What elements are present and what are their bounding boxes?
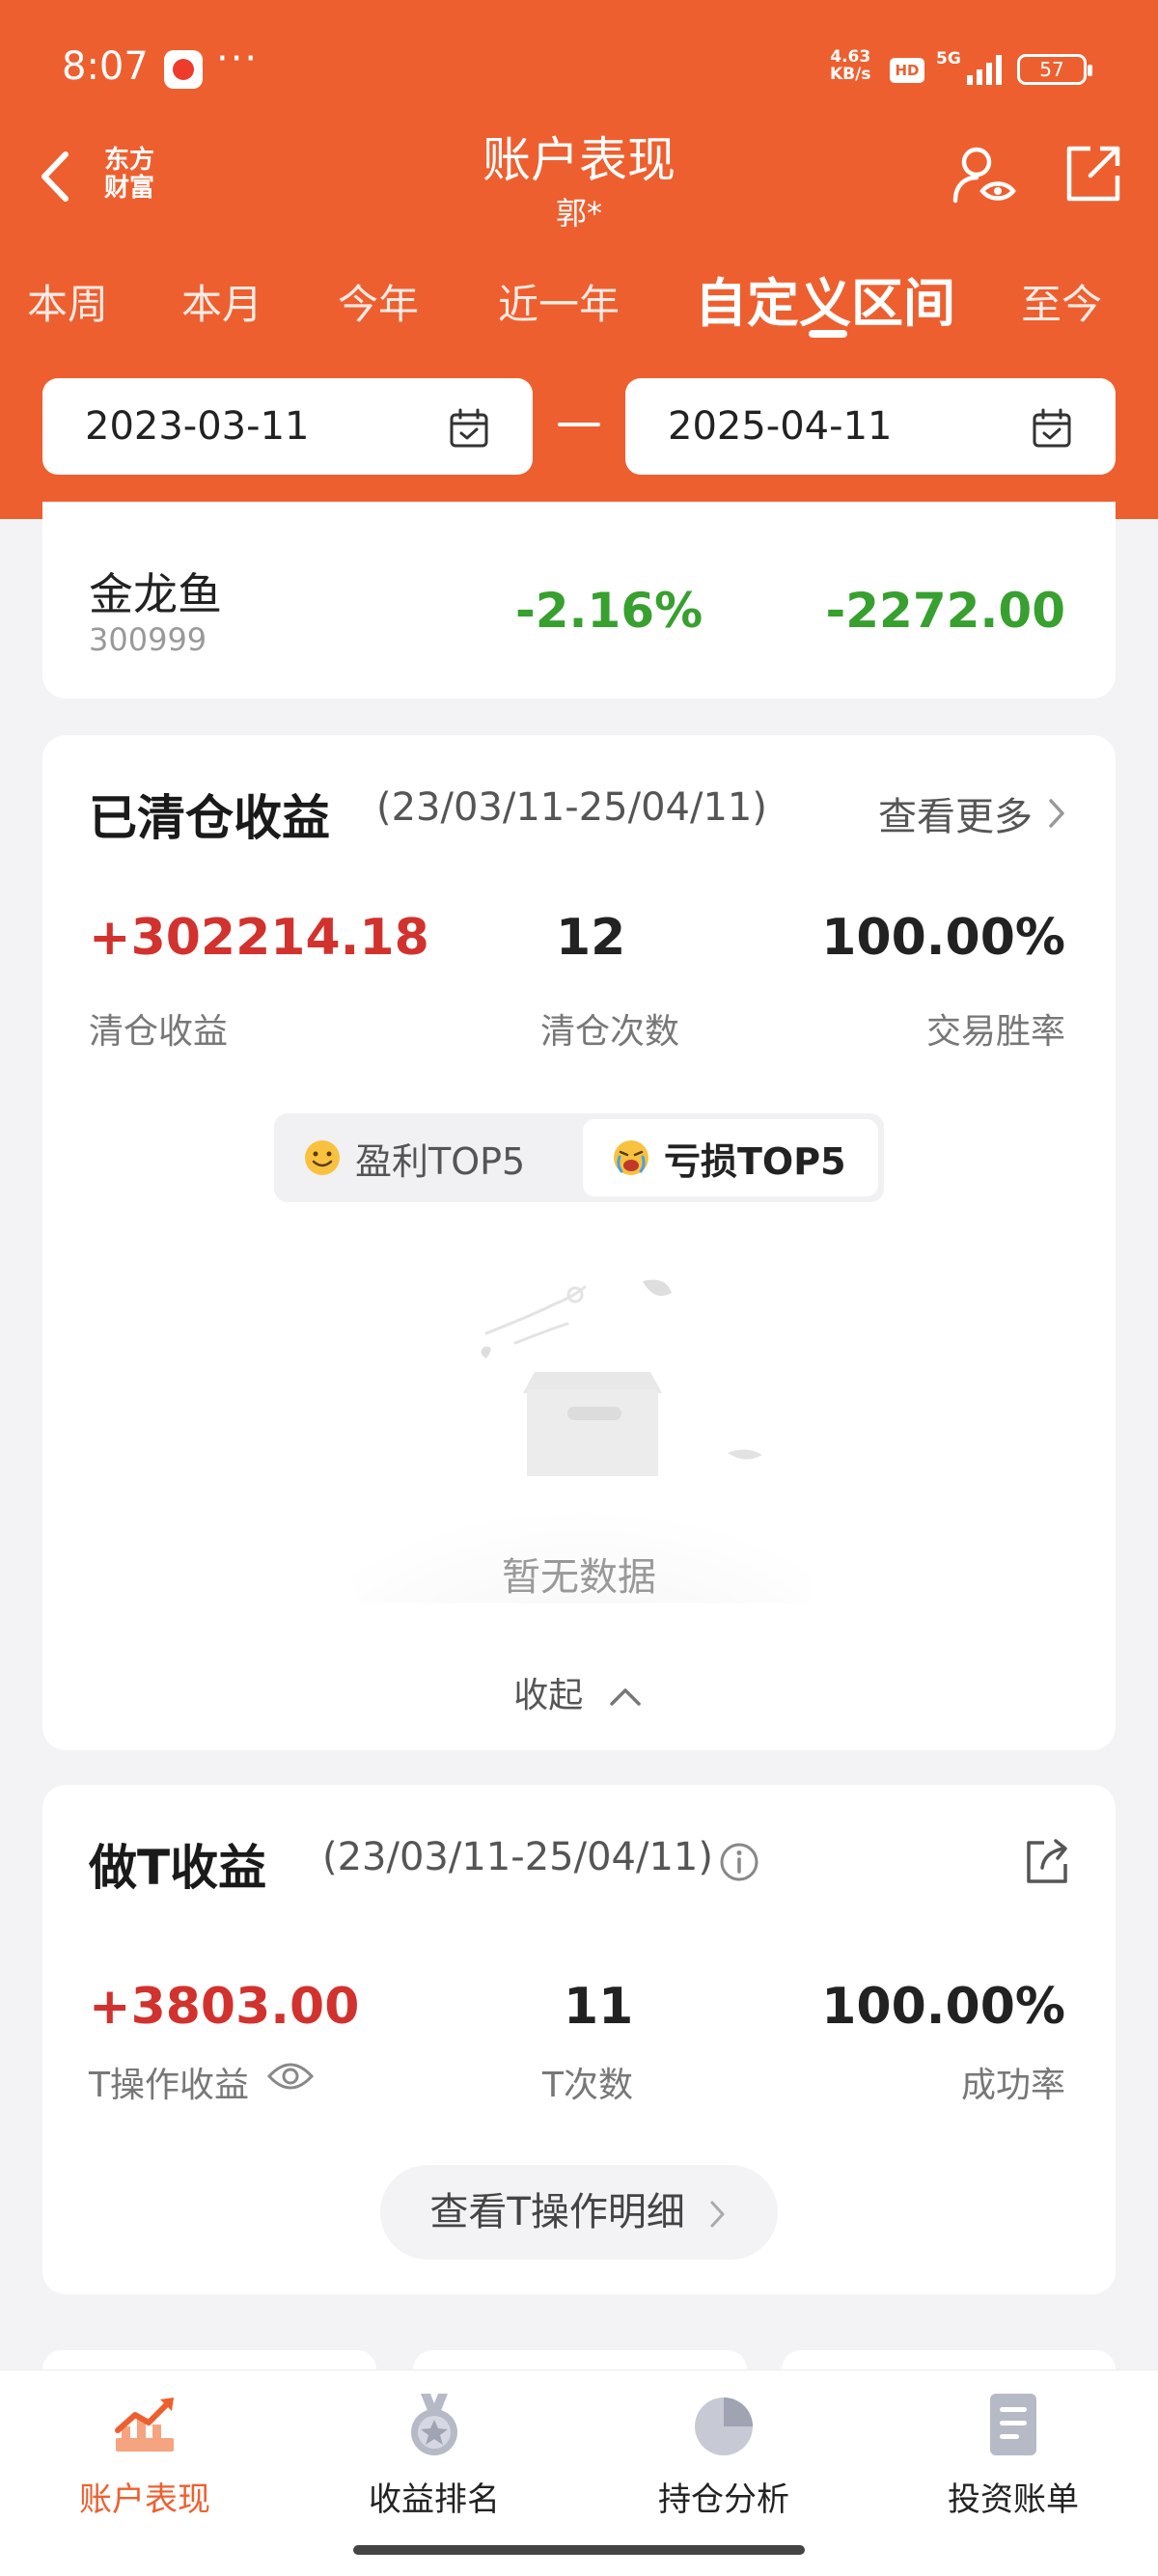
home-indicator[interactable] [353,2545,805,2555]
profit-top5-option[interactable]: 盈利TOP5 [274,1119,579,1196]
more-notifications-icon: ··· [216,37,260,81]
chevron-right-icon [1049,799,1064,828]
hd-badge: HD [890,58,924,83]
cleared-profit-card: 已清仓收益 (23/03/11-25/04/11) 查看更多 +302214.1… [42,735,1116,1750]
end-date-value: 2025-04-11 [668,404,893,449]
t-profit-value: +3803.00 [89,1978,360,2036]
nav-holding-analysis[interactable]: 持仓分析 [579,2390,868,2520]
collapse-button[interactable]: 收起 [42,1667,1116,1717]
medal-icon [411,2394,457,2455]
end-date-field[interactable]: 2025-04-11 [625,378,1116,475]
top5-toggle: 盈利TOP5 亏损TOP5 [274,1113,884,1202]
bill-icon [990,2394,1036,2455]
pie-chart-icon [695,2398,753,2455]
nav-label: 投资账单 [948,2480,1079,2519]
share-button[interactable] [1062,143,1123,205]
t-trade-date-range: (23/03/11-25/04/11) [322,1835,713,1879]
loss-top5-label: 亏损TOP5 [664,1139,846,1183]
nav-account-performance[interactable]: 账户表现 [0,2390,290,2520]
view-more-label: 查看更多 [878,795,1033,839]
header: 8:07 ··· 4.63 KB/s HD 5G 57 东方 财富 账户表现 郭… [0,0,1158,519]
tab-this-month[interactable]: 本月 [181,272,262,331]
tab-last-year[interactable]: 近一年 [498,272,620,331]
date-range-separator [558,423,600,426]
t-count-value: 11 [564,1978,634,2036]
status-bar: 8:07 ··· 4.63 KB/s HD 5G 57 [0,0,1158,135]
status-time: 8:07 [62,44,149,89]
nav-label: 持仓分析 [658,2480,789,2519]
cleared-count-label: 清仓次数 [540,1012,680,1052]
t-trade-title: 做T收益 [89,1840,267,1896]
calendar-icon [450,408,488,448]
chevron-right-icon [710,2201,725,2228]
nav-investment-bill[interactable]: 投资账单 [868,2390,1158,2520]
crying-emoji-icon [614,1140,648,1175]
calendar-icon [1033,408,1071,448]
t-trade-card: 做T收益 (23/03/11-25/04/11) +3803.00 T操作收益 … [42,1785,1116,2294]
user-visibility-button[interactable] [950,141,1019,210]
success-rate-label: 成功率 [960,2066,1065,2105]
share-icon[interactable] [1021,1835,1073,1887]
cleared-profit-value: +302214.18 [89,909,429,967]
start-date-value: 2023-03-11 [85,404,310,449]
chevron-up-icon [609,1688,641,1706]
info-icon[interactable] [718,1841,760,1883]
t-detail-button[interactable]: 查看T操作明细 [380,2165,778,2260]
cleared-date-range: (23/03/11-25/04/11) [376,785,767,830]
network-speed-unit: KB/s [830,65,871,84]
win-rate-value: 100.00% [821,909,1065,967]
tab-active-indicator [809,330,847,338]
nav-profit-ranking[interactable]: 收益排名 [290,2390,579,2520]
signal-icon [967,55,1002,85]
app-notification-icon [164,50,203,89]
stock-return-amount: -2272.00 [825,583,1066,639]
stock-return-pct: -2.16% [515,583,703,639]
cleared-profit-label: 清仓收益 [89,1012,229,1052]
tab-custom-range[interactable]: 自定义区间 [695,260,955,337]
success-rate-value: 100.00% [821,1978,1065,2036]
tab-this-week[interactable]: 本周 [27,272,108,331]
nav-label: 收益排名 [369,2480,500,2519]
cleared-title: 已清仓收益 [89,790,330,846]
view-more-link[interactable]: 查看更多 [878,785,1067,841]
profit-top5-label: 盈利TOP5 [355,1139,526,1183]
stock-code: 300999 [89,621,207,658]
holding-row[interactable]: 金龙鱼 300999 -2.16% -2272.00 [42,502,1116,699]
start-date-field[interactable]: 2023-03-11 [42,378,533,475]
smile-emoji-icon [305,1140,340,1175]
stock-name: 金龙鱼 [89,568,222,620]
t-count-label: T次数 [542,2066,633,2105]
t-profit-label: T操作收益 [89,2066,249,2105]
tab-to-date[interactable]: 至今 [1021,272,1102,331]
t-detail-label: 查看T操作明细 [429,2190,685,2234]
empty-state-text: 暂无数据 [502,1555,656,1600]
win-rate-label: 交易胜率 [925,1012,1065,1052]
loss-top5-option[interactable]: 亏损TOP5 [583,1119,878,1196]
network-speed: 4.63 KB/s [830,48,870,83]
tab-this-year[interactable]: 今年 [338,272,419,331]
nav-label: 账户表现 [79,2480,210,2519]
eye-icon[interactable] [266,2059,315,2094]
trend-chart-icon [115,2398,174,2452]
battery-icon: 57 [1017,54,1092,85]
network-speed-value: 4.63 [830,47,871,67]
period-tabs: 本周 本月 今年 近一年 自定义区间 至今 [0,255,1158,342]
network-type: 5G [936,49,961,69]
collapse-label: 收起 [513,1676,584,1715]
